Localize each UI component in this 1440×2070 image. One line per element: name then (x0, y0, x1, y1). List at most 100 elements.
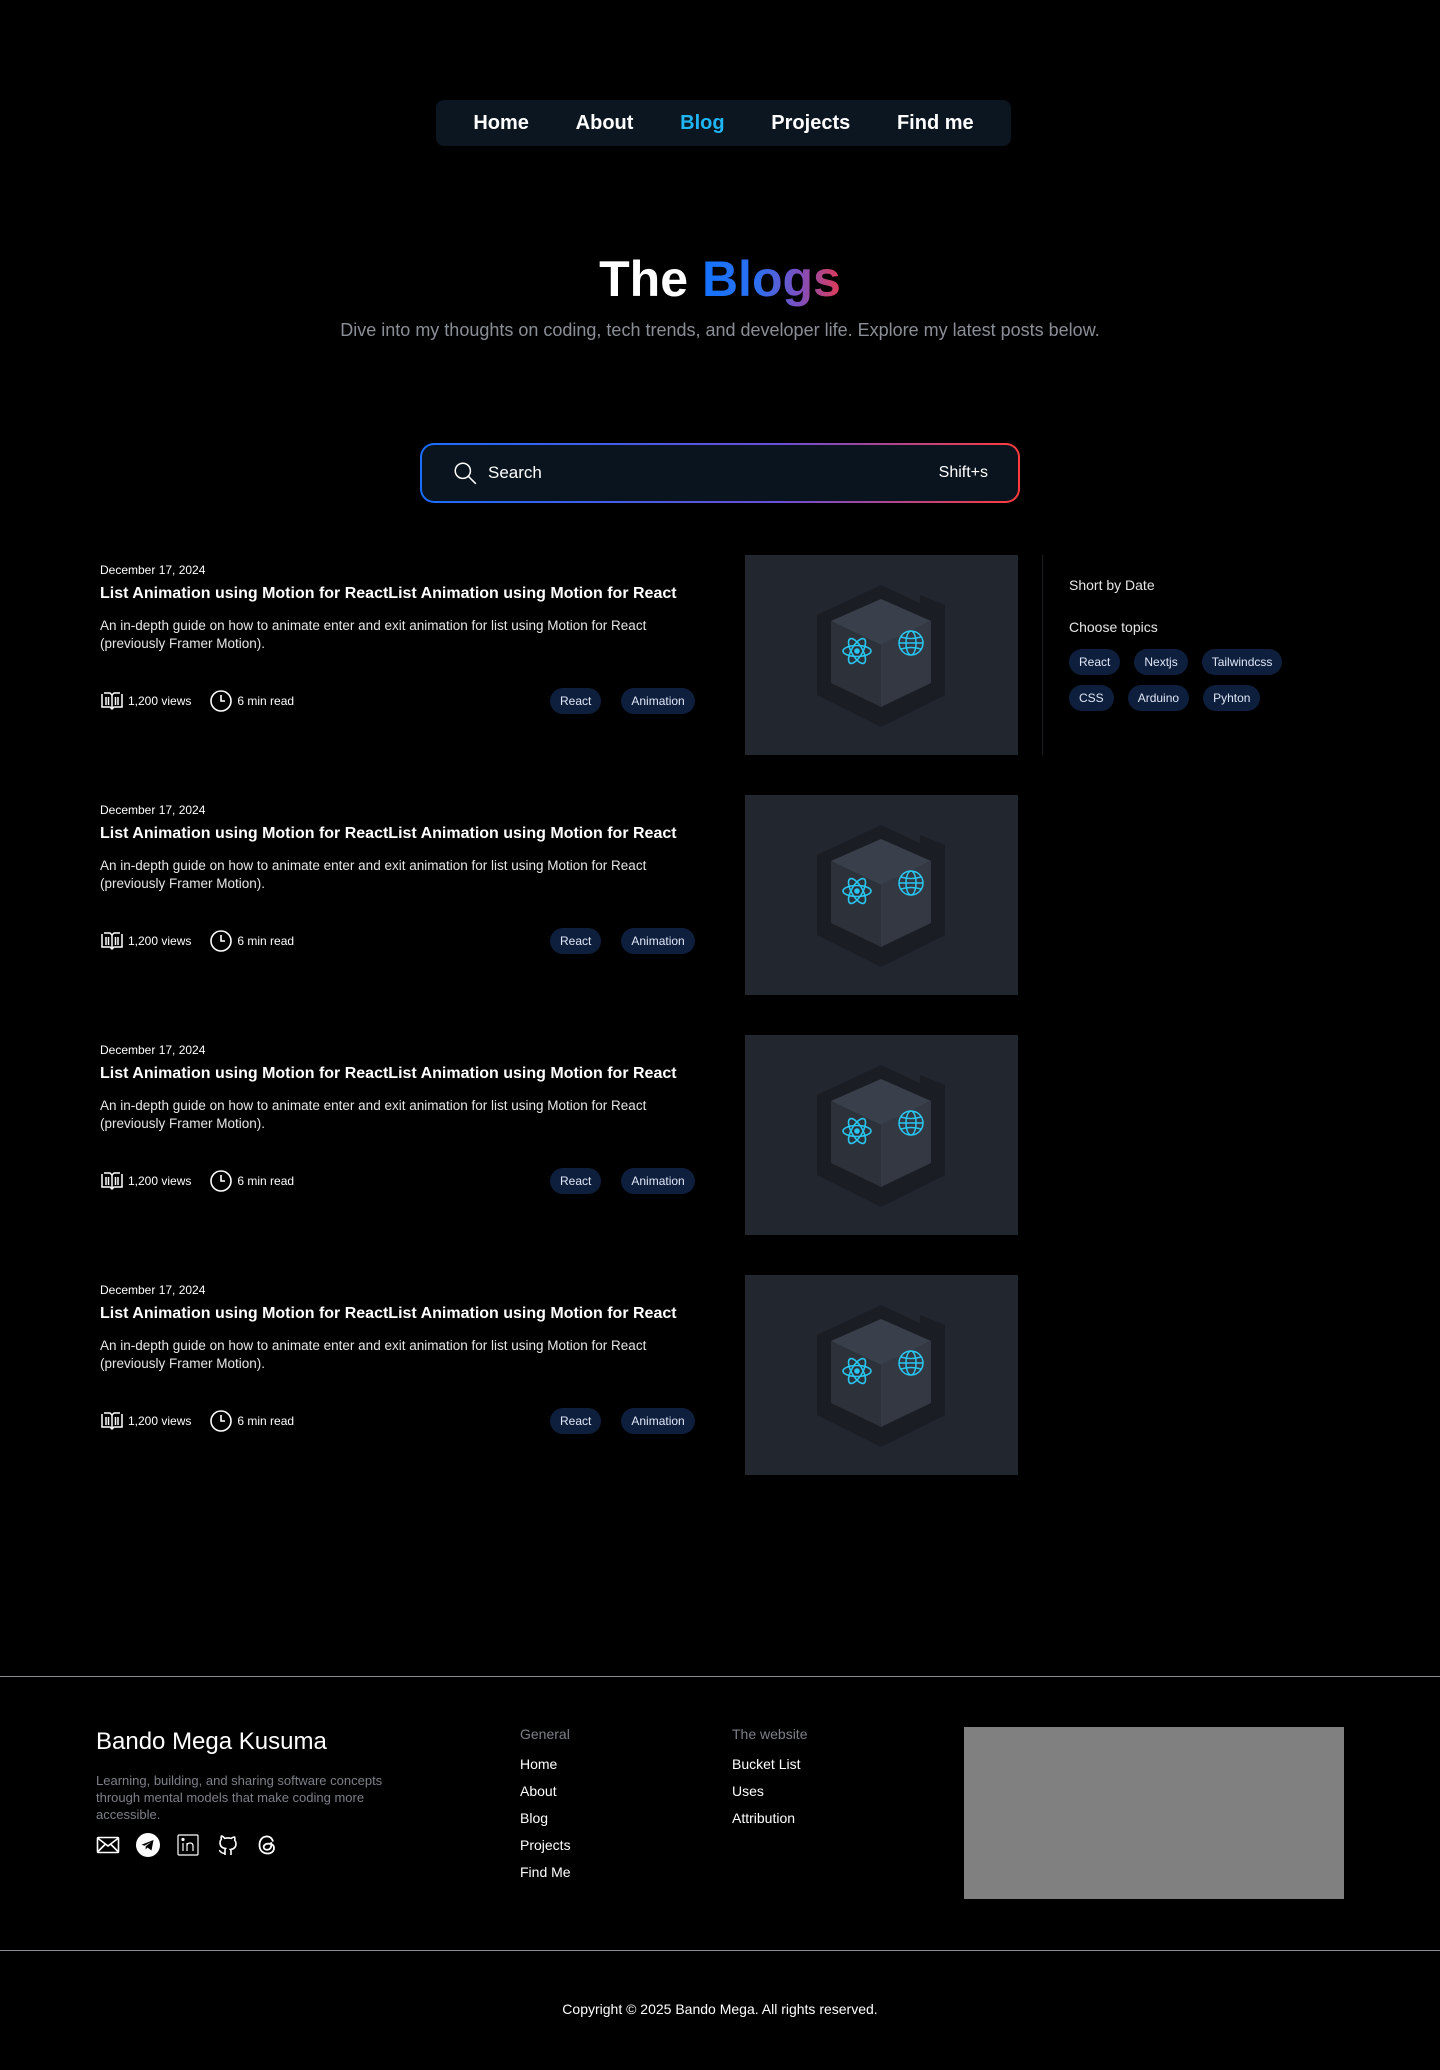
post-thumbnail[interactable] (745, 795, 1018, 995)
book-open-icon (101, 1412, 123, 1431)
page-subtitle: Dive into my thoughts on coding, tech tr… (340, 320, 1100, 340)
post-read-time-label: 6 min read (237, 694, 295, 708)
post-card[interactable]: December 17, 2024 List Animation using M… (100, 1035, 1018, 1235)
footer-link-home[interactable]: Home (520, 1756, 571, 1772)
topic-chip[interactable]: CSS (1069, 685, 1114, 711)
post-date: December 17, 2024 (100, 563, 206, 577)
topic-chip[interactable]: Arduino (1127, 685, 1190, 711)
nav-home[interactable]: Home (473, 112, 529, 135)
post-meta: 1,200 views 6 min read (100, 929, 312, 953)
page-title: The Blogs (0, 250, 1440, 308)
footer-general-heading: General (520, 1726, 570, 1742)
post-title[interactable]: List Animation using Motion for ReactLis… (100, 585, 677, 603)
book-open-icon (101, 692, 123, 711)
search-shortcut-hint: Shift+s (938, 464, 988, 481)
footer-link-about[interactable]: About (520, 1783, 571, 1799)
footer-website-column: The website Bucket List Uses Attribution (732, 1726, 807, 1837)
post-read-time: 6 min read (209, 689, 294, 713)
footer-link-bucket-list[interactable]: Bucket List (732, 1756, 807, 1772)
post-tag[interactable]: Animation (621, 688, 695, 714)
post-meta: 1,200 views 6 min read (100, 1169, 312, 1193)
nav-blog[interactable]: Blog (680, 112, 724, 135)
post-meta: 1,200 views 6 min read (100, 1409, 312, 1433)
footer-general-column: General Home About Blog Projects Find Me (520, 1726, 571, 1891)
post-tag[interactable]: Animation (621, 1408, 695, 1434)
post-tags: React Animation (550, 928, 695, 954)
topic-chip[interactable]: Pyhton (1203, 685, 1261, 711)
topic-chip[interactable]: React (1069, 649, 1121, 675)
post-views-label: 1,200 views (128, 694, 192, 708)
cube-react-globe-icon (745, 1275, 1018, 1475)
topic-chip[interactable]: Nextjs (1134, 649, 1188, 675)
nav-about[interactable]: About (576, 112, 634, 135)
post-card[interactable]: December 17, 2024 List Animation using M… (100, 795, 1018, 995)
threads-icon[interactable] (256, 1833, 280, 1857)
post-card[interactable]: December 17, 2024 List Animation using M… (100, 555, 1018, 755)
clock-icon (210, 930, 233, 952)
footer-name: Bando Mega Kusuma (96, 1728, 327, 1755)
topic-list: React Nextjs Tailwindcss CSS Arduino Pyhton (1069, 649, 1329, 711)
post-tag[interactable]: React (550, 928, 602, 954)
clock-icon (210, 1410, 233, 1432)
filter-sidebar: Short by Date Choose topics React Nextjs T… (1042, 555, 1342, 755)
footer-bottom-divider (0, 1950, 1440, 1951)
footer-image-placeholder (964, 1727, 1344, 1899)
post-title[interactable]: List Animation using Motion for ReactLis… (100, 825, 677, 843)
cube-react-globe-icon (745, 555, 1018, 755)
search-bar: Shift+s (420, 443, 1020, 503)
post-read-time: 6 min read (209, 1409, 294, 1433)
footer-description: Learning, building, and sharing software… (96, 1773, 383, 1822)
post-read-time: 6 min read (209, 929, 294, 953)
post-views: 1,200 views (100, 691, 191, 711)
sort-by-date[interactable]: Short by Date (1069, 577, 1342, 593)
post-tag[interactable]: React (550, 1168, 602, 1194)
search-box: Shift+s (422, 445, 1018, 501)
footer-website-heading: The website (732, 1726, 808, 1742)
clock-icon (210, 1170, 233, 1192)
post-title[interactable]: List Animation using Motion for ReactLis… (100, 1065, 677, 1083)
search-input[interactable] (488, 463, 939, 483)
top-nav: Home About Blog Projects Find me (436, 100, 1011, 146)
post-thumbnail[interactable] (745, 1275, 1018, 1475)
post-thumbnail[interactable] (745, 1035, 1018, 1235)
post-read-time-label: 6 min read (237, 1414, 295, 1428)
footer-link-find-me[interactable]: Find Me (520, 1864, 571, 1880)
post-tags: React Animation (550, 688, 695, 714)
copyright: Copyright © 2025 Bando Mega. All rights … (562, 2001, 878, 2017)
post-description: An in-depth guide on how to animate ente… (100, 1338, 647, 1371)
linkedin-icon[interactable] (176, 1833, 200, 1857)
post-meta: 1,200 views 6 min read (100, 689, 312, 713)
footer-link-blog[interactable]: Blog (520, 1810, 571, 1826)
post-description: An in-depth guide on how to animate ente… (100, 1098, 647, 1131)
footer-social-icons (96, 1833, 280, 1857)
post-thumbnail[interactable] (745, 555, 1018, 755)
page-title-plain: The (599, 251, 689, 307)
post-tag[interactable]: Animation (621, 1168, 695, 1194)
post-tag[interactable]: Animation (621, 928, 695, 954)
mail-icon[interactable] (96, 1833, 120, 1857)
telegram-icon[interactable] (136, 1833, 160, 1857)
post-tags: React Animation (550, 1168, 695, 1194)
nav-projects[interactable]: Projects (771, 112, 850, 135)
post-date: December 17, 2024 (100, 803, 206, 817)
post-tags: React Animation (550, 1408, 695, 1434)
post-read-time-label: 6 min read (237, 1174, 295, 1188)
footer-link-uses[interactable]: Uses (732, 1783, 807, 1799)
nav-find-me[interactable]: Find me (897, 112, 974, 135)
topic-chip[interactable]: Tailwindcss (1201, 649, 1283, 675)
post-views: 1,200 views (100, 1171, 191, 1191)
post-description: An in-depth guide on how to animate ente… (100, 858, 647, 891)
post-title[interactable]: List Animation using Motion for ReactLis… (100, 1305, 677, 1323)
github-icon[interactable] (216, 1833, 240, 1857)
post-card[interactable]: December 17, 2024 List Animation using M… (100, 1275, 1018, 1475)
post-views-label: 1,200 views (128, 934, 192, 948)
footer-link-projects[interactable]: Projects (520, 1837, 571, 1853)
post-read-time: 6 min read (209, 1169, 294, 1193)
footer-link-attribution[interactable]: Attribution (732, 1810, 807, 1826)
post-tag[interactable]: React (550, 688, 602, 714)
topics-heading: Choose topics (1069, 619, 1158, 635)
book-open-icon (101, 1172, 123, 1191)
post-views: 1,200 views (100, 1411, 191, 1431)
footer-top-divider (0, 1676, 1440, 1677)
post-tag[interactable]: React (550, 1408, 602, 1434)
